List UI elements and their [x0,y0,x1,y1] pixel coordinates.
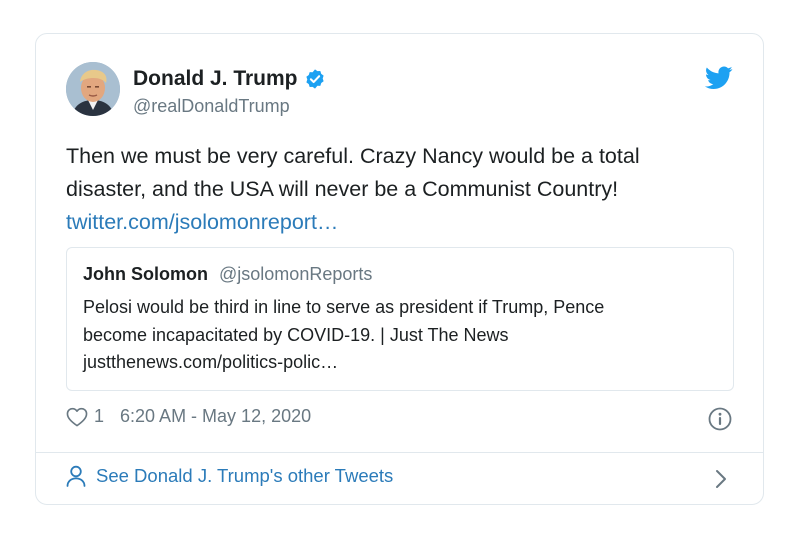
tweet-text-line: disaster, and the USA will never be a Co… [66,177,619,201]
quoted-author-name: John Solomon [83,264,208,284]
author-handle[interactable]: @realDonaldTrump [133,96,290,117]
embedded-tweet-card: Donald J. Trump @realDonaldTrump Then we… [35,33,764,505]
quoted-tweet[interactable]: John Solomon @jsolomonReports Pelosi wou… [66,247,734,391]
see-other-tweets-link[interactable]: See Donald J. Trump's other Tweets [66,465,393,487]
quoted-tweet-text: Pelosi would be third in line to serve a… [83,294,723,377]
quoted-text-line: become incapacitated by COVID-19. | Just… [83,324,509,345]
quoted-tweet-header: John Solomon @jsolomonReports [83,264,372,285]
like-count: 1 [94,406,105,426]
chevron-right-icon[interactable] [714,468,728,490]
see-other-tweets-label[interactable]: See Donald J. Trump's other Tweets [96,465,393,487]
person-icon [66,465,86,487]
tweet-text: Then we must be very careful. Crazy Nanc… [66,140,726,239]
info-icon[interactable] [708,407,732,431]
quoted-text-line: Pelosi would be third in line to serve a… [83,297,605,317]
author-name-row[interactable]: Donald J. Trump [133,67,326,91]
author-avatar[interactable] [66,62,120,116]
tweet-timestamp[interactable]: 6:20 AM - May 12, 2020 [120,406,311,427]
verified-badge-icon [305,69,324,89]
tweet-text-line: Then we must be very careful. Crazy Nanc… [66,144,640,168]
author-name[interactable]: Donald J. Trump [133,67,298,91]
card-divider [36,452,763,453]
tweet-meta: 1 6:20 AM - May 12, 2020 [66,406,311,427]
heart-icon[interactable] [66,407,88,427]
tweet-link[interactable]: twitter.com/jsolomonreport… [66,206,726,239]
quoted-author-handle: @jsolomonReports [219,264,373,284]
twitter-bird-icon[interactable] [705,66,733,90]
quoted-text-line: justthenews.com/politics-polic… [83,352,339,372]
